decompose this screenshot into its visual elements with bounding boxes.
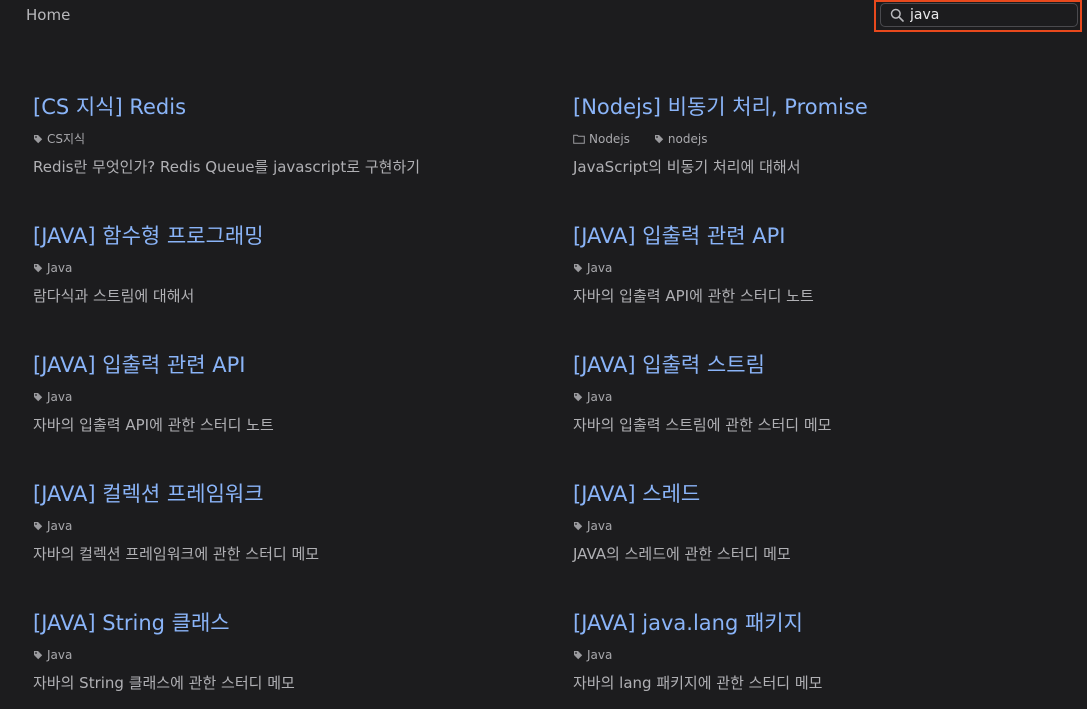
post-meta: Java	[33, 260, 533, 276]
post-meta: Java	[573, 647, 1073, 663]
post-card: [JAVA] 스레드 Java JAVA의 스레드에 관한 스터디 메모	[573, 481, 1073, 563]
post-title-link[interactable]: [CS 지식] Redis	[33, 94, 533, 120]
post-meta: CS지식	[33, 131, 533, 147]
post-tag-label: Java	[587, 519, 613, 533]
post-tag[interactable]: Java	[33, 389, 72, 405]
post-tag-label: Java	[587, 390, 613, 404]
post-description: 자바의 lang 패키지에 관한 스터디 메모	[573, 674, 823, 692]
post-description: 람다식과 스트림에 대해서	[33, 287, 195, 305]
tag-icon	[654, 134, 664, 144]
post-category-label: Nodejs	[589, 132, 630, 146]
tag-icon	[33, 263, 43, 273]
post-grid: [CS 지식] Redis CS지식 Redis란 무엇인가? Redis Queu…	[0, 0, 1087, 709]
post-tag[interactable]: Java	[33, 260, 72, 276]
post-tag-label: Java	[47, 390, 73, 404]
post-title-link[interactable]: [JAVA] 컬렉션 프레임워크	[33, 481, 533, 507]
post-card: [JAVA] 입출력 관련 API Java 자바의 입출력 API에 관한 스터디…	[33, 352, 533, 434]
post-meta: Java	[573, 389, 1073, 405]
post-card: [JAVA] 입출력 스트림 Java 자바의 입출력 스트림에 관한 스터디 메모	[573, 352, 1073, 434]
post-tag[interactable]: Java	[33, 518, 72, 534]
post-card: [CS 지식] Redis CS지식 Redis란 무엇인가? Redis Queu…	[33, 94, 533, 176]
post-tag[interactable]: Java	[573, 260, 612, 276]
post-card: [Nodejs] 비동기 처리, Promise Nodejs nodejs Java…	[573, 94, 1073, 176]
post-tag-label: Java	[47, 261, 73, 275]
post-meta: Java	[33, 389, 533, 405]
post-meta: Java	[33, 647, 533, 663]
post-tag[interactable]: Java	[573, 389, 612, 405]
post-tag[interactable]: nodejs	[654, 131, 708, 147]
post-title-link[interactable]: [JAVA] String 클래스	[33, 610, 533, 636]
post-card: [JAVA] java.lang 패키지 Java 자바의 lang 패키지에 관한…	[573, 610, 1073, 692]
post-title-link[interactable]: [JAVA] 함수형 프로그래밍	[33, 223, 533, 249]
folder-icon	[573, 134, 585, 144]
post-description: 자바의 입출력 스트림에 관한 스터디 메모	[573, 416, 832, 434]
post-meta: Java	[573, 518, 1073, 534]
post-tag-label: Java	[587, 648, 613, 662]
post-description: 자바의 입출력 API에 관한 스터디 노트	[33, 416, 274, 434]
post-title-link[interactable]: [JAVA] 스레드	[573, 481, 1073, 507]
post-meta: Nodejs nodejs	[573, 131, 1073, 147]
post-description: 자바의 컬렉션 프레임워크에 관한 스터디 메모	[33, 545, 320, 563]
post-title-link[interactable]: [JAVA] java.lang 패키지	[573, 610, 1073, 636]
tag-icon	[573, 650, 583, 660]
post-tag[interactable]: Java	[33, 647, 72, 663]
post-tag-label: nodejs	[667, 132, 708, 146]
post-title-link[interactable]: [JAVA] 입출력 관련 API	[33, 352, 533, 378]
post-card: [JAVA] 컬렉션 프레임워크 Java 자바의 컬렉션 프레임워크에 관한 스터…	[33, 481, 533, 563]
post-description: Redis란 무엇인가? Redis Queue를 javascript로 구현…	[33, 158, 421, 176]
post-description: 자바의 입출력 API에 관한 스터디 노트	[573, 287, 814, 305]
tag-icon	[33, 392, 43, 402]
post-tag-label: CS지식	[47, 132, 86, 146]
post-title-link[interactable]: [Nodejs] 비동기 처리, Promise	[573, 94, 1073, 120]
post-tag-label: Java	[47, 519, 73, 533]
post-tag[interactable]: CS지식	[33, 131, 85, 147]
tag-icon	[573, 392, 583, 402]
post-card: [JAVA] 입출력 관련 API Java 자바의 입출력 API에 관한 스터디…	[573, 223, 1073, 305]
post-meta: Java	[573, 260, 1073, 276]
post-card: [JAVA] String 클래스 Java 자바의 String 클래스에 관한 …	[33, 610, 533, 692]
post-card: [JAVA] 함수형 프로그래밍 Java 람다식과 스트림에 대해서	[33, 223, 533, 305]
post-title-link[interactable]: [JAVA] 입출력 관련 API	[573, 223, 1073, 249]
tag-icon	[33, 134, 43, 144]
tag-icon	[33, 650, 43, 660]
tag-icon	[33, 521, 43, 531]
post-meta: Java	[33, 518, 533, 534]
post-description: JAVA의 스레드에 관한 스터디 메모	[573, 545, 791, 563]
post-tag-label: Java	[47, 648, 73, 662]
post-category[interactable]: Nodejs	[573, 131, 630, 147]
tag-icon	[573, 263, 583, 273]
tag-icon	[573, 521, 583, 531]
post-title-link[interactable]: [JAVA] 입출력 스트림	[573, 352, 1073, 378]
post-tag[interactable]: Java	[573, 518, 612, 534]
post-description: 자바의 String 클래스에 관한 스터디 메모	[33, 674, 295, 692]
post-description: JavaScript의 비동기 처리에 대해서	[573, 158, 801, 176]
post-tag-label: Java	[587, 261, 613, 275]
post-tag[interactable]: Java	[573, 647, 612, 663]
